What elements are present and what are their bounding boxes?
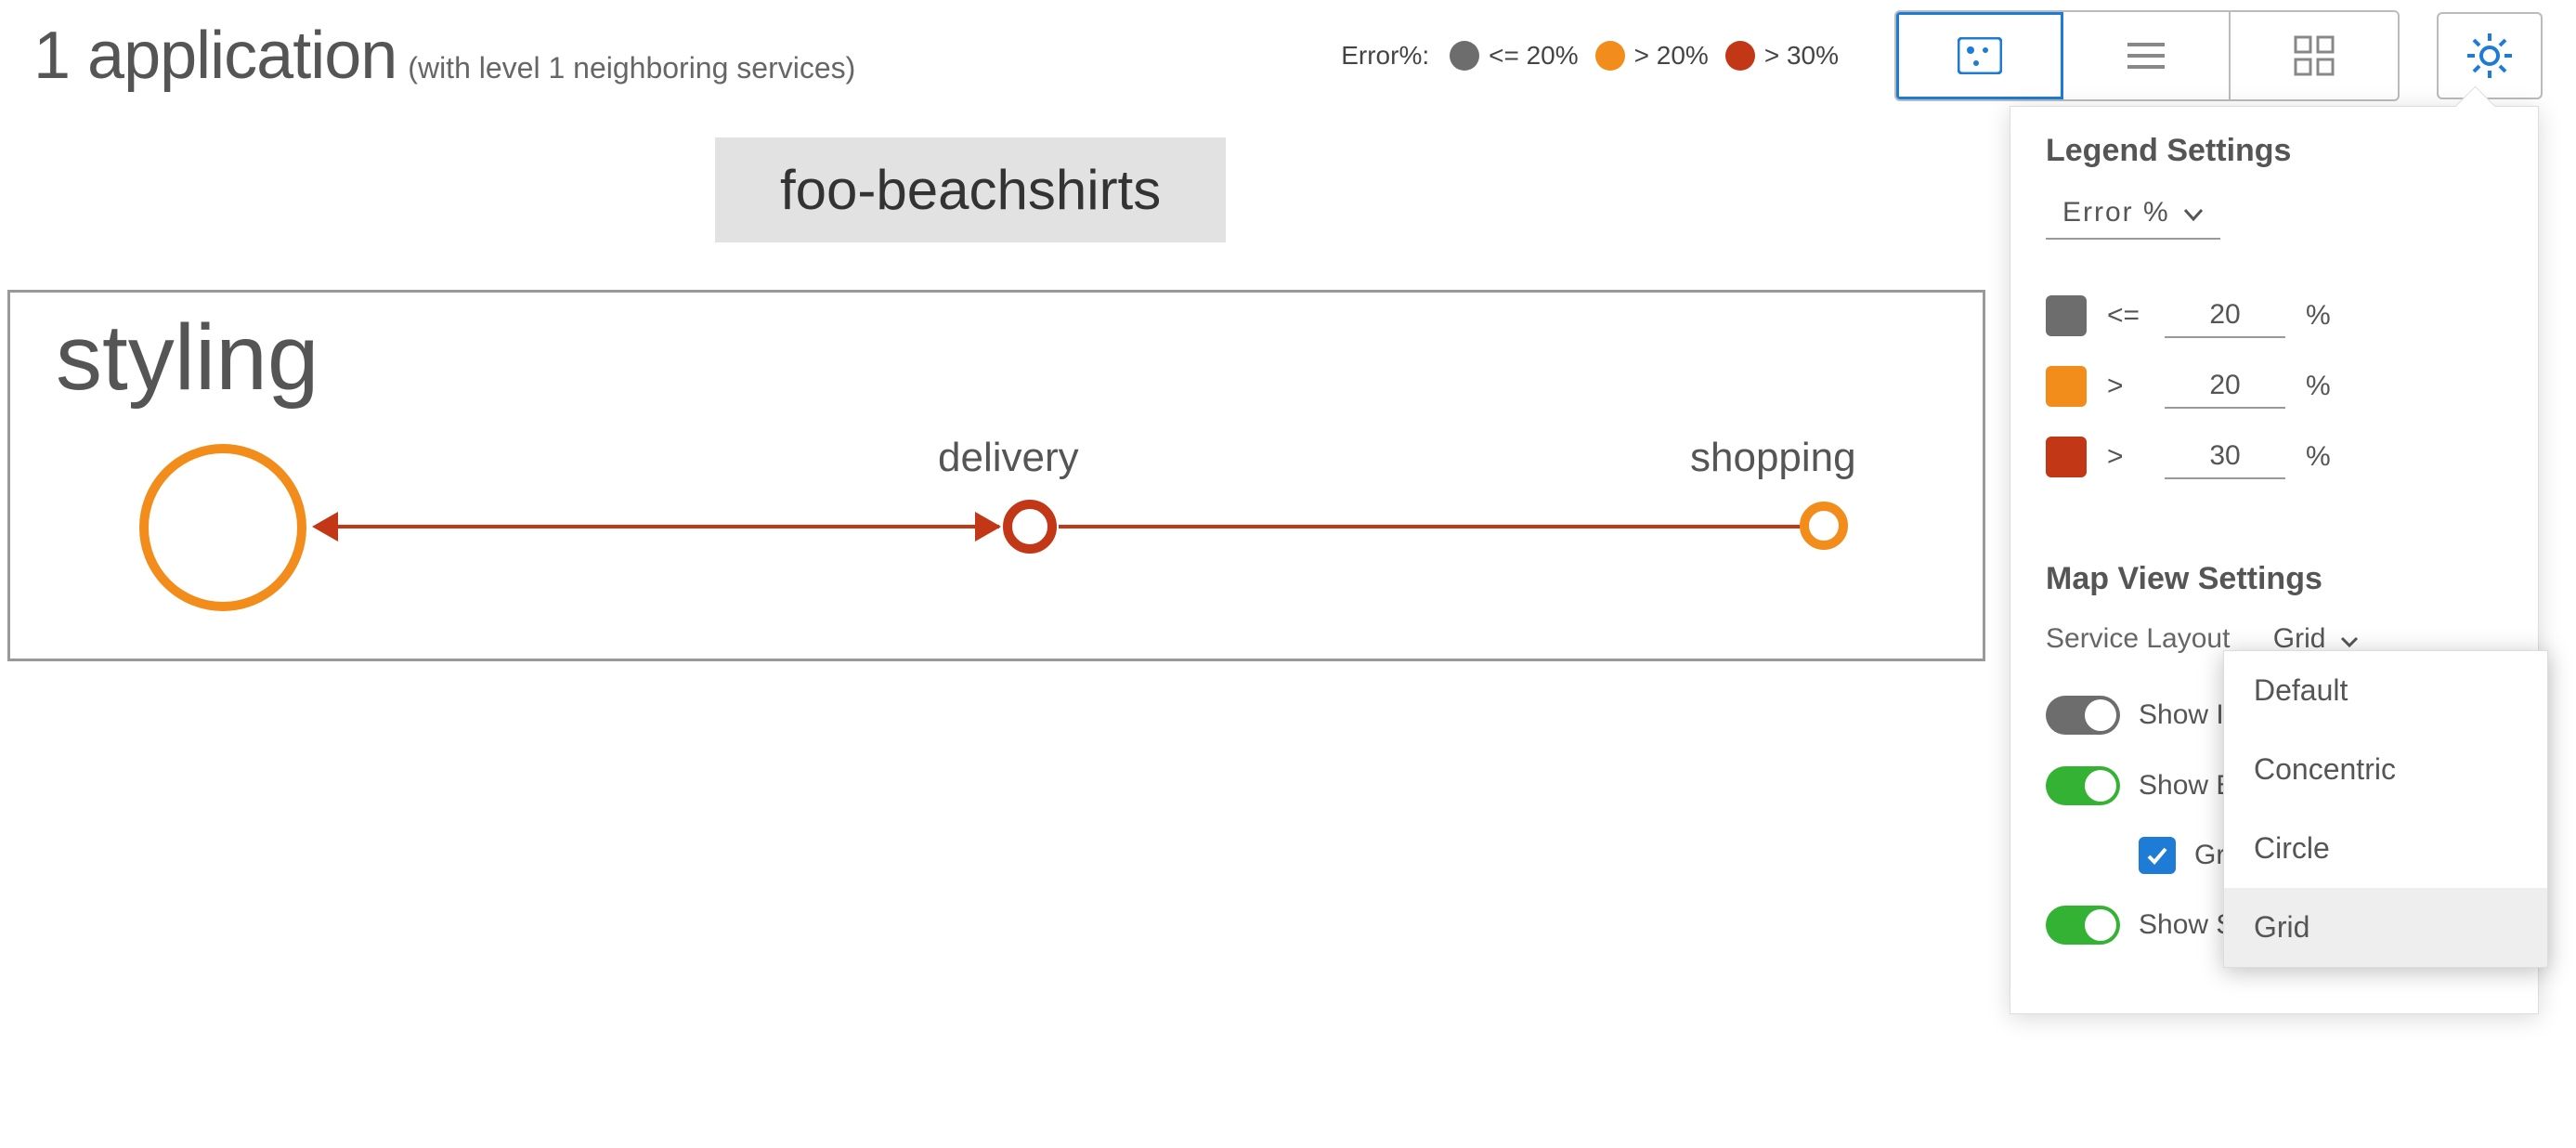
swatch-grey[interactable] <box>2046 295 2087 336</box>
service-node-shopping[interactable] <box>1800 502 1848 550</box>
layout-option-circle[interactable]: Circle <box>2224 809 2547 888</box>
show-service-toggle[interactable] <box>2046 906 2120 945</box>
gear-icon <box>2465 32 2514 80</box>
grid-icon <box>2294 35 2335 76</box>
page-title: 1 application <box>33 18 397 94</box>
service-layout-menu: Default Concentric Circle Grid <box>2223 650 2548 968</box>
legend-text-3: > 30% <box>1764 41 1839 71</box>
map-icon <box>1958 37 2002 74</box>
header: 1 application (with level 1 neighboring … <box>0 0 2576 100</box>
group-checkbox[interactable] <box>2139 837 2176 874</box>
legend-text-1: <= 20% <box>1489 41 1579 71</box>
edge-delivery-shopping[interactable] <box>1059 525 1802 528</box>
map-view-button[interactable] <box>1896 12 2063 99</box>
layout-option-default[interactable]: Default <box>2224 651 2547 730</box>
legend-item-2: > 20% <box>1595 41 1709 71</box>
threshold-unit-2: % <box>2306 371 2331 402</box>
service-label-styling: styling <box>56 305 319 411</box>
show-isolated-toggle[interactable] <box>2046 696 2120 735</box>
service-node-delivery[interactable] <box>1003 500 1057 554</box>
view-button-group <box>1894 10 2400 101</box>
swatch-orange[interactable] <box>2046 366 2087 407</box>
service-label-shopping: shopping <box>1690 435 1856 481</box>
arrowhead-left-icon <box>312 512 338 541</box>
legend-metric-value: Error % <box>2062 197 2170 228</box>
service-label-delivery: delivery <box>938 435 1079 481</box>
threshold-op-3: > <box>2107 441 2144 473</box>
legend-dot-grey <box>1450 41 1479 71</box>
show-external-toggle[interactable] <box>2046 766 2120 805</box>
service-layout-label: Service Layout <box>2046 623 2230 654</box>
chevron-down-icon <box>2183 197 2204 228</box>
threshold-unit-3: % <box>2306 441 2331 473</box>
layout-option-grid[interactable]: Grid <box>2224 888 2547 967</box>
legend-item-1: <= 20% <box>1450 41 1579 71</box>
threshold-unit-1: % <box>2306 300 2331 332</box>
threshold-value-2[interactable] <box>2165 364 2285 409</box>
grid-view-button[interactable] <box>2231 12 2398 99</box>
legend-threshold-row-3: > % <box>2046 435 2503 479</box>
legend-threshold-row-1: <= % <box>2046 294 2503 338</box>
settings-button[interactable] <box>2437 12 2543 99</box>
list-view-button[interactable] <box>2063 12 2231 99</box>
legend-settings-title: Legend Settings <box>2046 133 2503 169</box>
page-subtitle: (with level 1 neighboring services) <box>408 51 855 85</box>
swatch-red[interactable] <box>2046 437 2087 477</box>
map-view-settings-title: Map View Settings <box>2046 561 2503 597</box>
legend-label: Error%: <box>1341 41 1429 71</box>
legend-item-3: > 30% <box>1725 41 1839 71</box>
legend-inline: Error%: <= 20% > 20% > 30% <box>1341 41 1839 71</box>
legend-metric-dropdown[interactable]: Error % <box>2046 191 2220 240</box>
layout-option-concentric[interactable]: Concentric <box>2224 730 2547 809</box>
title-block: 1 application (with level 1 neighboring … <box>33 18 1341 94</box>
threshold-op-1: <= <box>2107 300 2144 332</box>
check-icon <box>2145 843 2169 868</box>
legend-dot-red <box>1725 41 1755 71</box>
list-icon <box>2124 39 2168 72</box>
edge-styling-delivery[interactable] <box>331 525 999 528</box>
arrowhead-right-icon <box>975 512 1001 541</box>
legend-dot-orange <box>1595 41 1625 71</box>
legend-text-2: > 20% <box>1634 41 1709 71</box>
threshold-value-1[interactable] <box>2165 294 2285 338</box>
legend-threshold-row-2: > % <box>2046 364 2503 409</box>
service-node-styling[interactable] <box>139 444 306 611</box>
threshold-value-3[interactable] <box>2165 435 2285 479</box>
application-chip[interactable]: foo-beachshirts <box>715 137 1226 242</box>
threshold-op-2: > <box>2107 371 2144 402</box>
